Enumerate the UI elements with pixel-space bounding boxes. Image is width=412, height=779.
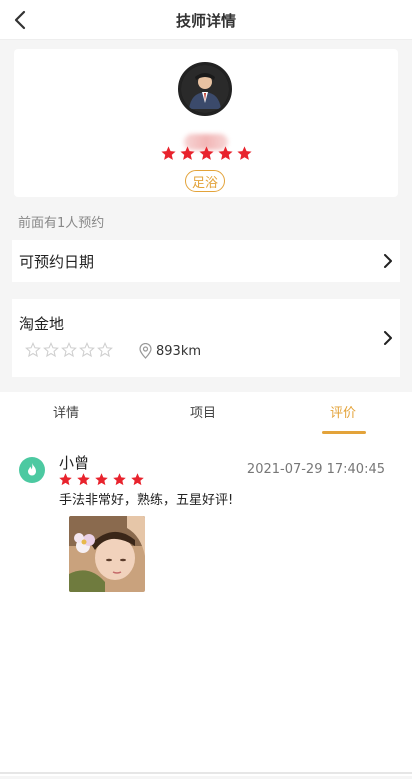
reviewer-avatar <box>19 457 45 483</box>
technician-profile-card: 足浴 <box>14 49 398 197</box>
bottom-divider <box>0 772 412 774</box>
star-icon <box>218 146 233 160</box>
tab-details[interactable]: 详情 <box>53 402 79 421</box>
technician-rating <box>160 145 253 162</box>
page-title: 技师详情 <box>175 12 236 30</box>
star-outline-icon <box>43 342 59 358</box>
star-outline-icon <box>97 342 113 358</box>
star-icon <box>180 146 195 160</box>
location-pin-icon <box>139 343 152 359</box>
tab-bar: 详情 项目 评价 <box>0 392 412 436</box>
shop-rating <box>25 342 113 358</box>
top-bar: 技师详情 <box>0 0 412 40</box>
technician-avatar[interactable] <box>178 62 232 116</box>
shop-row[interactable]: 淘金地 893km <box>12 299 400 377</box>
chevron-right-icon <box>384 331 392 345</box>
shop-name: 淘金地 <box>19 315 65 333</box>
review-text: 手法非常好，熟练，五星好评! <box>59 493 234 508</box>
review-photo[interactable] <box>69 516 145 592</box>
star-outline-icon <box>79 342 95 358</box>
star-icon <box>199 146 214 160</box>
flame-icon <box>28 463 36 476</box>
star-icon <box>59 473 72 486</box>
active-tab-indicator <box>322 431 366 434</box>
star-outline-icon <box>25 342 41 358</box>
star-icon <box>113 473 126 486</box>
star-icon <box>77 473 90 486</box>
tab-projects[interactable]: 项目 <box>190 402 216 421</box>
queue-status-text: 前面有1人预约 <box>18 216 105 231</box>
chevron-right-icon <box>384 254 392 268</box>
tab-reviews[interactable]: 评价 <box>330 402 356 421</box>
review-list: 小曾 2021-07-29 17:40:45 手法非常好，熟练，五星好评! <box>0 436 412 776</box>
booking-date-label: 可预约日期 <box>19 253 95 271</box>
distance-value: 893km <box>156 343 202 359</box>
shop-distance: 893km <box>139 343 201 359</box>
star-outline-icon <box>61 342 77 358</box>
reviewer-name: 小曾 <box>59 454 90 472</box>
star-icon <box>161 146 176 160</box>
star-icon <box>95 473 108 486</box>
star-icon <box>131 473 144 486</box>
review-rating <box>58 472 145 487</box>
star-icon <box>237 146 252 160</box>
review-timestamp: 2021-07-29 17:40:45 <box>246 462 385 477</box>
service-tag-badge: 足浴 <box>185 170 225 192</box>
booking-date-row[interactable]: 可预约日期 <box>12 240 400 282</box>
